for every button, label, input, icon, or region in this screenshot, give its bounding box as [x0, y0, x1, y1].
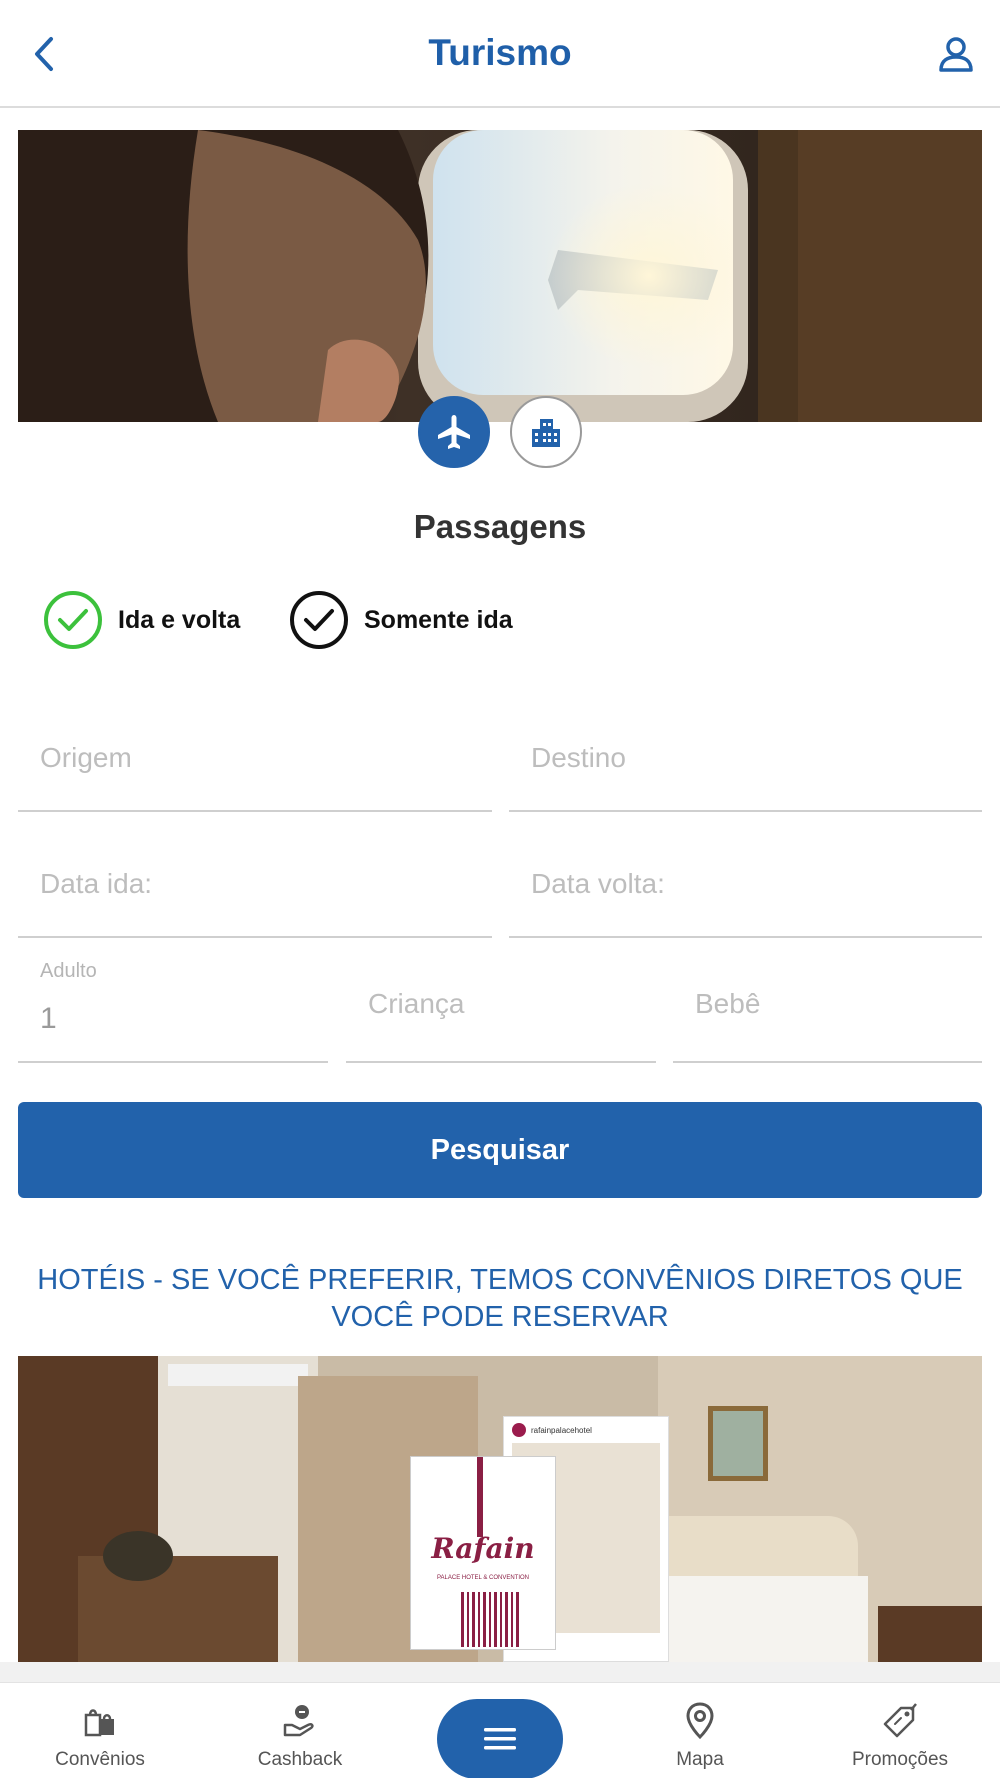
- app-header: Turismo: [0, 0, 1000, 108]
- adult-count-input[interactable]: Adulto 1: [18, 960, 328, 1063]
- tab-promocoes-icon-wrap: [880, 1701, 920, 1741]
- social-handle: rafainpalacehotel: [531, 1425, 592, 1435]
- hero-illustration: [18, 130, 982, 422]
- hotels-heading: HOTÉIS - SE VOCÊ PREFERIR, TEMOS CONVÊNI…: [37, 1264, 963, 1333]
- round-trip-check: [44, 591, 102, 649]
- tab-convenios-label: Convênios: [55, 1749, 145, 1770]
- tab-cashback-label: Cashback: [257, 1749, 343, 1770]
- adult-value: 1: [40, 1002, 57, 1035]
- hotel-banner[interactable]: rafainpalacehotel Rafain PALACE HOTEL & …: [18, 1356, 982, 1662]
- one-way-option[interactable]: Somente ida: [290, 590, 513, 650]
- tab-promocoes-label: Promoções: [851, 1749, 949, 1770]
- map-pin-icon: [686, 1702, 714, 1740]
- child-placeholder: Criança: [368, 988, 465, 1019]
- hand-coin-icon: [283, 1705, 314, 1737]
- adult-label: Adulto: [40, 960, 97, 982]
- social-post-header: rafainpalacehotel: [504, 1417, 668, 1443]
- hotel-logo-subtext: PALACE HOTEL & CONVENTION: [436, 1575, 530, 1581]
- return-date-placeholder: Data volta:: [531, 868, 665, 899]
- tab-cashback-icon-wrap: [280, 1701, 320, 1741]
- tab-mapa[interactable]: Mapa: [610, 1683, 790, 1778]
- hotel-logo-text: Rafain: [431, 1532, 535, 1565]
- origin-input[interactable]: Origem: [18, 710, 492, 812]
- one-way-label: Somente ida: [364, 605, 513, 634]
- origin-placeholder: Origem: [40, 742, 132, 773]
- infant-placeholder: Bebê: [695, 988, 761, 1019]
- price-tag-icon: [883, 1703, 917, 1738]
- one-way-check: [290, 591, 348, 649]
- tab-cashback[interactable]: Cashback: [210, 1683, 390, 1778]
- section-title: Passagens: [413, 508, 587, 545]
- destination-input[interactable]: Destino: [509, 710, 982, 812]
- tab-mapa-icon-wrap: [680, 1701, 720, 1741]
- child-count-input[interactable]: Criança: [346, 960, 656, 1063]
- tab-convenios[interactable]: Convênios: [10, 1683, 190, 1778]
- round-trip-label: Ida e volta: [118, 605, 241, 634]
- tab-mapa-label: Mapa: [676, 1749, 724, 1770]
- departure-date-placeholder: Data ida:: [40, 868, 153, 899]
- round-trip-option[interactable]: Ida e volta: [44, 590, 240, 650]
- bottom-tab-bar: Convênios Cashback Mapa Promoções: [0, 1682, 1000, 1778]
- hero-image: [18, 130, 982, 422]
- departure-date-input[interactable]: Data ida:: [18, 836, 492, 938]
- tab-promocoes[interactable]: Promoções: [810, 1683, 990, 1778]
- hotels-mode-button[interactable]: [510, 396, 582, 468]
- hotel-logo-card: Rafain PALACE HOTEL & CONVENTION: [410, 1456, 556, 1650]
- content-end-strip: [0, 1662, 1000, 1682]
- main-menu-button[interactable]: [437, 1699, 563, 1778]
- return-date-input[interactable]: Data volta:: [509, 836, 982, 938]
- user-icon: [939, 37, 973, 72]
- shopping-bags-icon: [84, 1709, 114, 1737]
- airplane-icon: [438, 415, 470, 449]
- building-icon: [532, 419, 560, 447]
- page-title: Turismo: [428, 32, 572, 73]
- flights-mode-button[interactable]: [418, 396, 490, 468]
- check-icon: [58, 609, 88, 631]
- profile-button[interactable]: [932, 30, 980, 78]
- search-button[interactable]: Pesquisar: [18, 1102, 982, 1198]
- check-icon: [304, 609, 334, 631]
- destination-placeholder: Destino: [531, 742, 626, 773]
- avatar: [512, 1423, 526, 1437]
- infant-count-input[interactable]: Bebê: [673, 960, 982, 1063]
- tab-convenios-icon-wrap: [80, 1701, 120, 1741]
- menu-icon: [484, 1728, 516, 1750]
